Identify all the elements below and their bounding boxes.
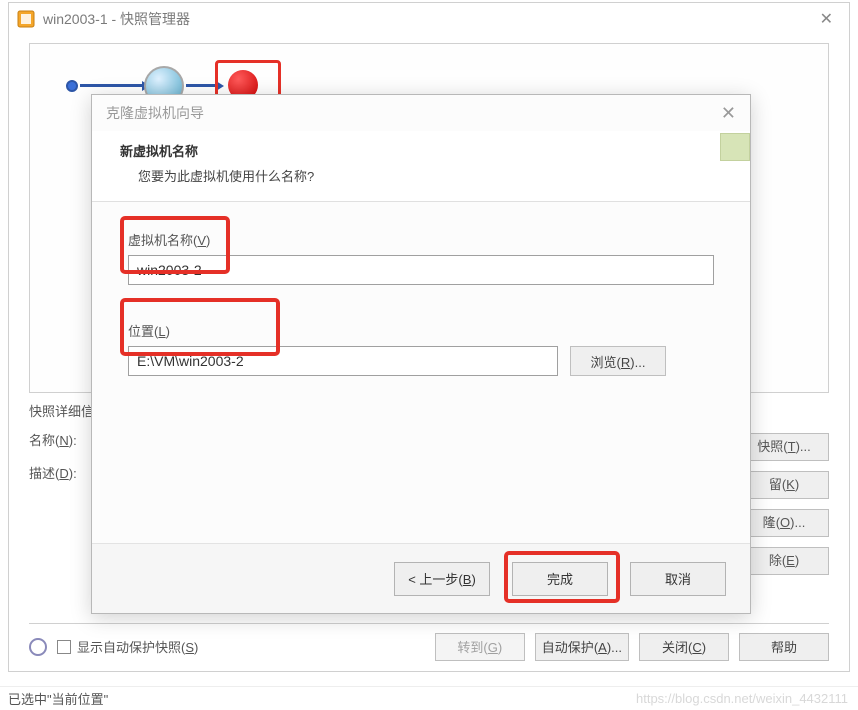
- arrow-icon: [80, 84, 142, 87]
- wizard-content: 虚拟机名称(V) 位置(L) 浏览(R)...: [92, 202, 750, 440]
- wizard-titlebar: 克隆虚拟机向导 ✕: [92, 95, 750, 131]
- arrow-icon: [186, 84, 216, 87]
- checkbox-icon: [57, 640, 71, 654]
- keep-button[interactable]: 留(K): [739, 471, 829, 499]
- take-snapshot-button[interactable]: 快照(T)...: [739, 433, 829, 461]
- app-icon: [17, 10, 35, 28]
- goto-button[interactable]: 转到(G): [435, 633, 525, 661]
- wizard-title: 克隆虚拟机向导: [106, 103, 721, 123]
- clone-button[interactable]: 隆(O)...: [739, 509, 829, 537]
- name-field-label: 名称(N):: [29, 430, 99, 449]
- show-autoprotect-checkbox[interactable]: 显示自动保护快照(S): [57, 637, 198, 656]
- location-label: 位置(L): [128, 321, 714, 340]
- wizard-header: 新虚拟机名称 您要为此虚拟机使用什么名称?: [92, 131, 750, 202]
- wizard-button-row: < 上一步(B) 完成 取消: [92, 543, 750, 613]
- watermark-text: https://blog.csdn.net/weixin_4432111: [636, 691, 848, 706]
- delete-button[interactable]: 除(E): [739, 547, 829, 575]
- vm-name-input[interactable]: [128, 255, 714, 285]
- autoprotect-button[interactable]: 自动保护(A)...: [535, 633, 629, 661]
- clone-wizard-dialog: 克隆虚拟机向导 ✕ 新虚拟机名称 您要为此虚拟机使用什么名称? 虚拟机名称(V)…: [91, 94, 751, 614]
- bottom-toolbar: 显示自动保护快照(S) 转到(G) 自动保护(A)... 关闭(C) 帮助: [29, 623, 829, 661]
- wizard-heading: 新虚拟机名称: [120, 141, 722, 160]
- desc-field-label: 描述(D):: [29, 463, 99, 482]
- parent-close-button[interactable]: ✕: [812, 9, 841, 29]
- back-button[interactable]: < 上一步(B): [394, 562, 490, 596]
- close-button[interactable]: 关闭(C): [639, 633, 729, 661]
- finish-button[interactable]: 完成: [512, 562, 608, 596]
- location-input[interactable]: [128, 346, 558, 376]
- wizard-subheading: 您要为此虚拟机使用什么名称?: [120, 166, 722, 185]
- wizard-banner-accent: [720, 133, 750, 161]
- status-text: 已选中"当前位置": [8, 689, 108, 708]
- snapshot-root-node[interactable]: [66, 80, 78, 92]
- parent-titlebar: win2003-1 - 快照管理器 ✕: [9, 3, 849, 35]
- help-button[interactable]: 帮助: [739, 633, 829, 661]
- side-buttons-column: 快照(T)... 留(K) 隆(O)... 除(E): [739, 433, 829, 575]
- refresh-icon[interactable]: [29, 638, 47, 656]
- vm-name-label: 虚拟机名称(V): [128, 230, 714, 249]
- cancel-button[interactable]: 取消: [630, 562, 726, 596]
- parent-window-title: win2003-1 - 快照管理器: [43, 9, 812, 29]
- browse-button[interactable]: 浏览(R)...: [570, 346, 666, 376]
- wizard-close-button[interactable]: ✕: [721, 103, 736, 124]
